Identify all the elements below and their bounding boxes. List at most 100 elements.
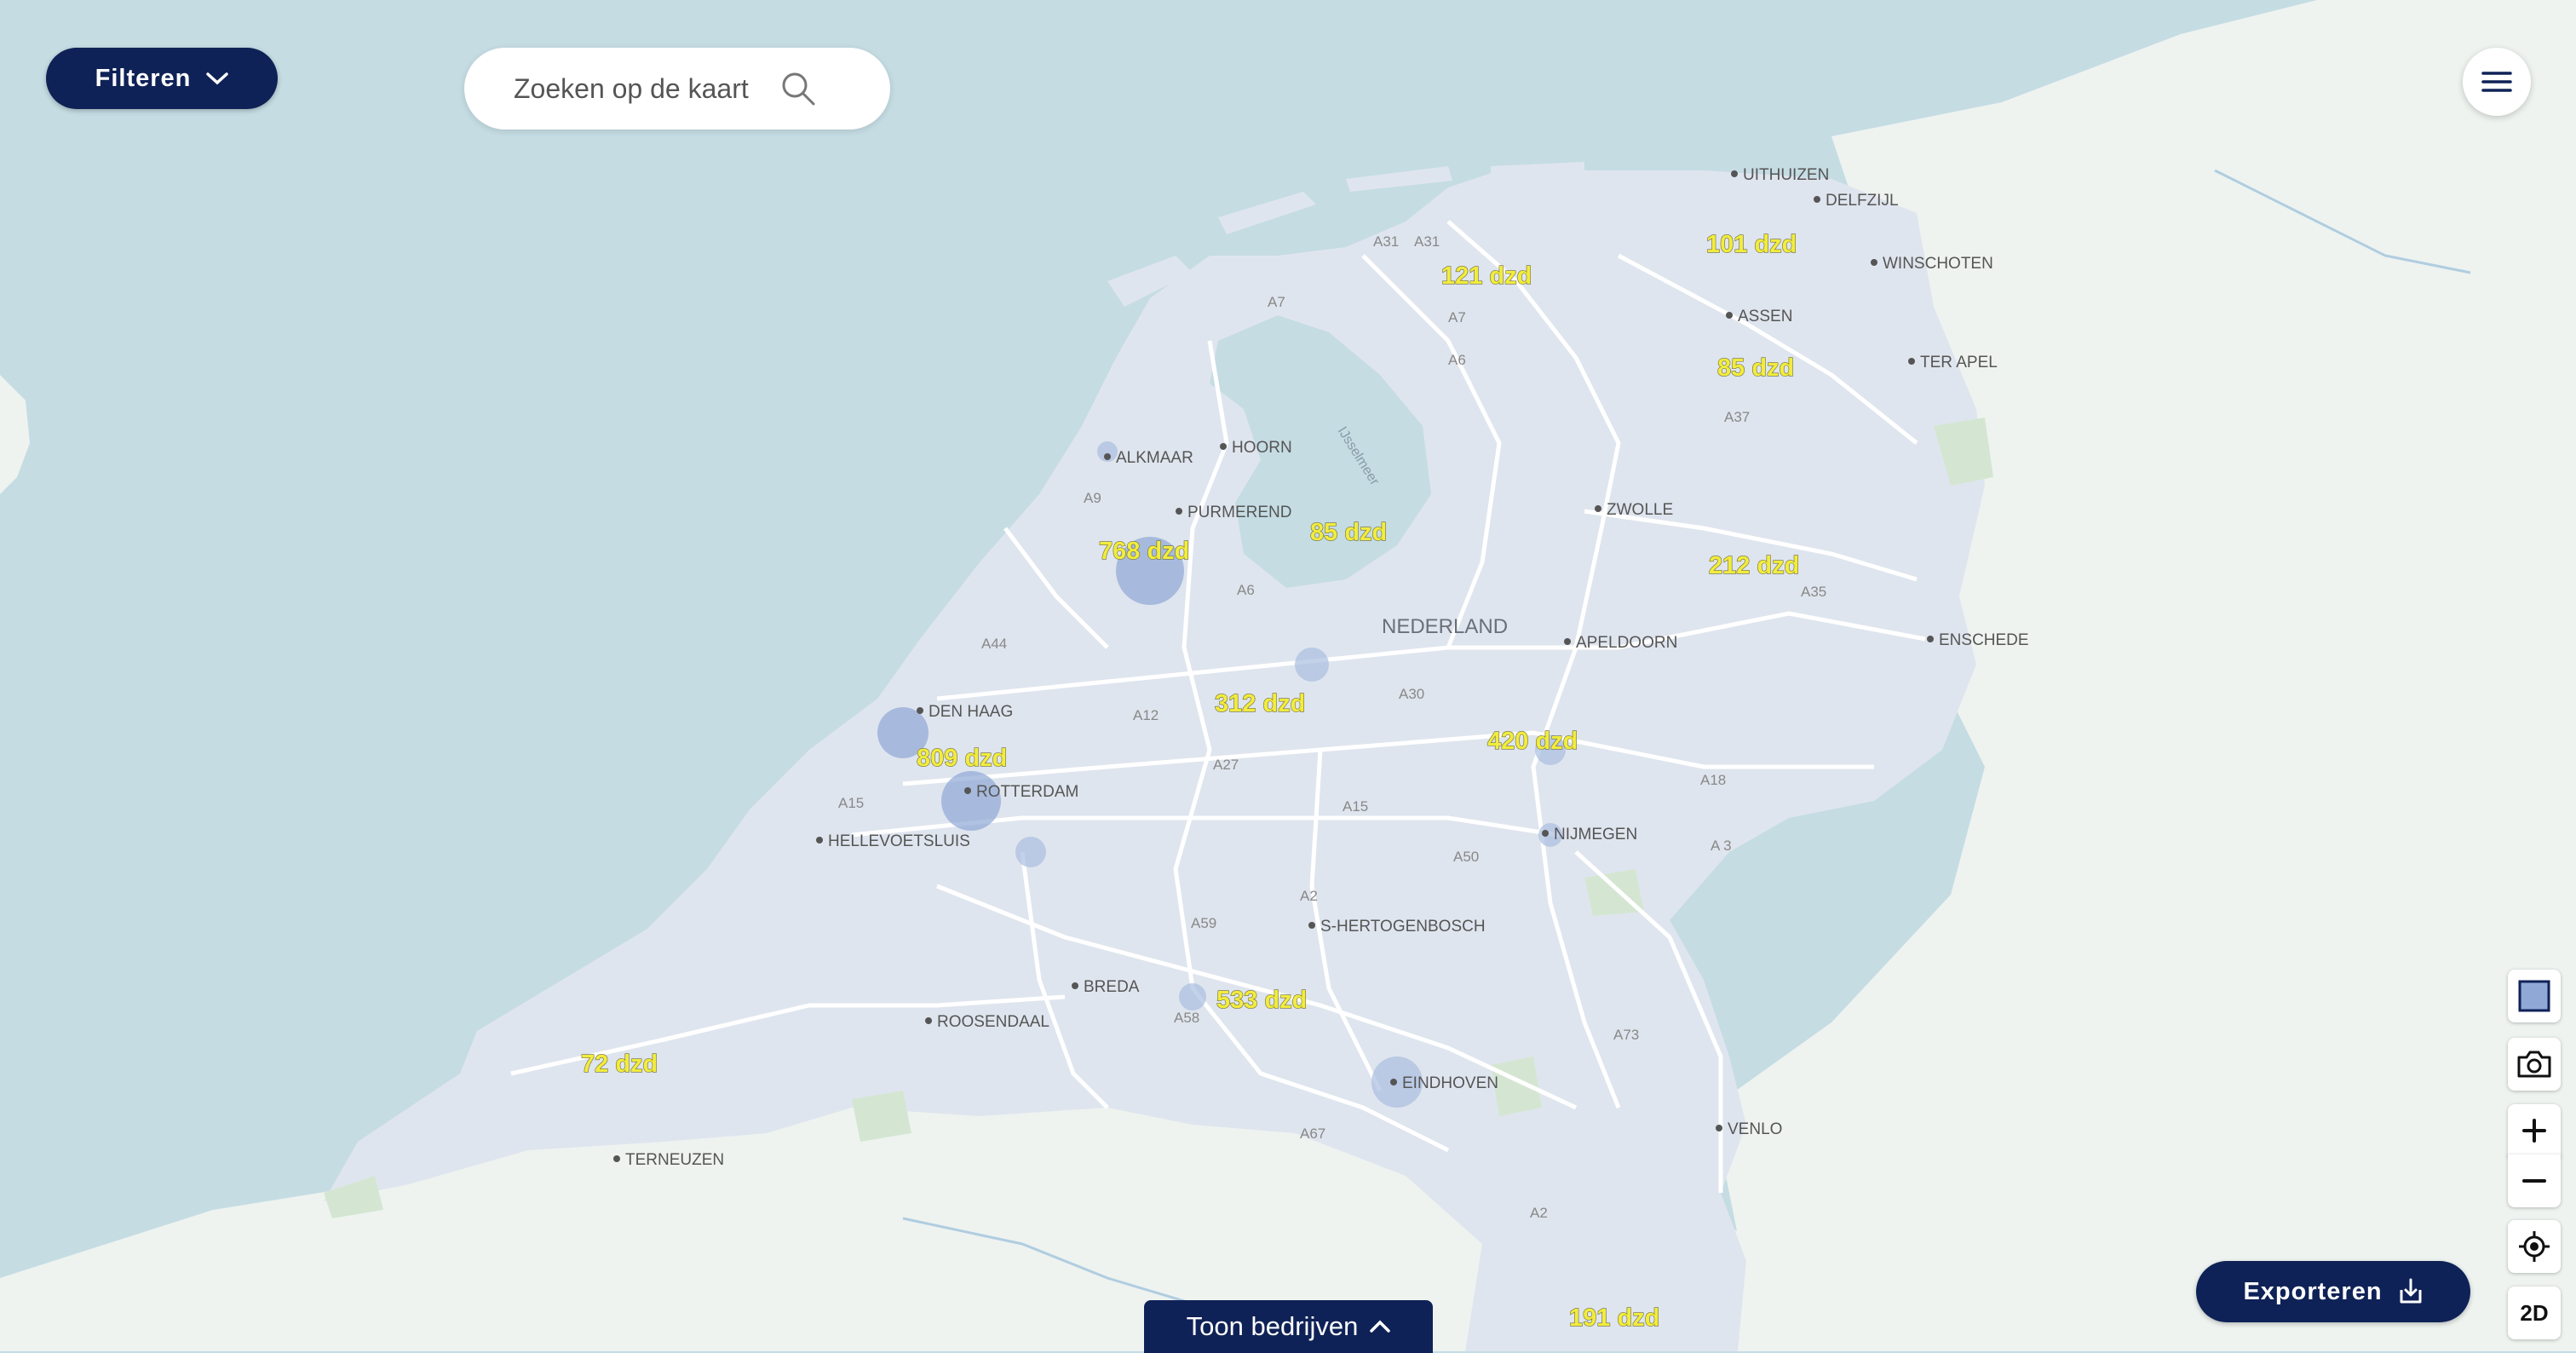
view-mode-toggle[interactable]: 2D [2508,1287,2561,1339]
road-label: A44 [981,636,1007,652]
country-label: NEDERLAND [1382,615,1508,638]
city-dot [1716,1125,1722,1131]
export-button[interactable]: Exporteren [2196,1261,2470,1322]
city-label: NIJMEGEN [1554,826,1637,843]
city-label: ENSCHEDE [1939,631,2029,649]
city-dot [1595,505,1601,512]
cluster-count-label[interactable]: 212 dzd [1708,551,1800,579]
city-label: ASSEN [1738,308,1792,325]
city-label: VENLO [1728,1120,1782,1138]
road-label: A27 [1213,757,1239,773]
city-dot [1308,922,1315,929]
layer-toggle-button[interactable] [2508,970,2561,1022]
show-companies-button[interactable]: Toon bedrijven [1144,1300,1433,1353]
city-label: WINSCHOTEN [1883,255,1993,273]
road-label: A7 [1268,294,1285,310]
export-label: Exporteren [2243,1277,2383,1305]
hamburger-menu-icon [2481,72,2512,92]
road-label: A 3 [1711,838,1732,854]
cluster-count-label[interactable]: 533 dzd [1216,986,1308,1014]
locate-button[interactable] [2508,1220,2561,1273]
chevron-up-icon [1370,1320,1391,1333]
city-label: ROTTERDAM [976,783,1078,801]
city-dot [917,707,923,714]
road-label: A12 [1133,707,1159,723]
city-dot [1927,636,1934,642]
city-dot [1908,358,1915,365]
road-label: A37 [1724,409,1750,425]
road-label: A6 [1448,352,1466,368]
road-label: A67 [1300,1126,1325,1142]
city-dot [925,1017,932,1024]
cluster-count-label[interactable]: 420 dzd [1486,727,1578,755]
road-label: A6 [1237,582,1255,598]
city-dot [1542,830,1549,837]
city-label: APELDOORN [1576,634,1677,652]
city-label: HOORN [1232,439,1292,457]
road-label: A58 [1174,1010,1199,1026]
city-dot [1176,508,1182,515]
zoom-in-button[interactable] [2508,1104,2561,1157]
search-input[interactable] [512,72,779,106]
plus-icon [2522,1119,2546,1143]
cluster-count-label[interactable]: 312 dzd [1214,689,1306,717]
filter-button[interactable]: Filteren [46,48,278,109]
city-label: ALKMAAR [1116,449,1193,467]
layer-square-icon [2518,980,2550,1012]
chevron-down-icon [206,72,229,85]
city-label: TERNEUZEN [625,1151,724,1169]
road-label: A31 [1414,233,1440,250]
city-dot [816,837,823,843]
city-label: S-HERTOGENBOSCH [1320,918,1486,936]
road-label: A73 [1613,1027,1639,1043]
cluster-count-label[interactable]: 101 dzd [1705,230,1797,258]
zoom-out-button[interactable] [2508,1154,2561,1207]
city-label: HELLEVOETSLUIS [828,832,970,850]
road-label: A59 [1191,915,1216,931]
road-label: A15 [1343,798,1368,815]
camera-icon [2517,1051,2551,1078]
city-dot [1104,453,1111,460]
map-canvas[interactable]: UITHUIZEN DELFZIJL WINSCHOTEN ASSEN TER APEL… [0,0,2576,1351]
city-label: ROOSENDAAL [937,1013,1049,1031]
city-dot [1072,982,1078,989]
cluster-count-label[interactable]: 809 dzd [916,744,1008,772]
search-icon[interactable] [779,70,817,107]
cluster-count-label[interactable]: 85 dzd [1309,518,1387,546]
city-dot [1871,259,1877,266]
city-dot [1220,443,1227,450]
road-label: A35 [1801,584,1826,600]
search-box[interactable] [464,48,890,130]
cluster-count-label[interactable]: 768 dzd [1098,537,1190,565]
cluster-count-label[interactable]: 85 dzd [1716,354,1794,382]
road-label: A15 [838,795,864,811]
road-label: A2 [1300,888,1318,904]
road-label: A18 [1700,772,1726,788]
cluster-count-label[interactable]: 121 dzd [1440,262,1532,290]
city-label: BREDA [1084,978,1140,996]
city-dot [1390,1079,1397,1085]
cluster-count-label[interactable]: 72 dzd [580,1050,658,1078]
city-dot [1814,196,1820,203]
city-label: DEN HAAG [929,703,1013,721]
road-label: A50 [1453,849,1479,865]
city-label: PURMEREND [1187,504,1291,521]
city-label: EINDHOVEN [1402,1074,1498,1092]
city-dot [1726,312,1733,319]
city-dot [1731,170,1738,177]
view-mode-label: 2D [2520,1299,2549,1326]
show-companies-label: Toon bedrijven [1186,1311,1359,1341]
city-label: DELFZIJL [1826,192,1899,210]
road-label: A9 [1084,490,1101,506]
city-label: TER APEL [1920,354,1998,371]
download-icon [2400,1278,2422,1304]
cluster-count-label[interactable]: 191 dzd [1568,1304,1660,1332]
hamburger-menu-button[interactable] [2463,48,2531,116]
screenshot-button[interactable] [2508,1038,2561,1091]
minus-icon [2522,1179,2546,1183]
road-label: A30 [1399,686,1424,702]
filter-label: Filteren [95,64,192,92]
road-label: A7 [1448,309,1466,325]
city-dot [613,1155,620,1162]
city-label: ZWOLLE [1607,501,1673,519]
